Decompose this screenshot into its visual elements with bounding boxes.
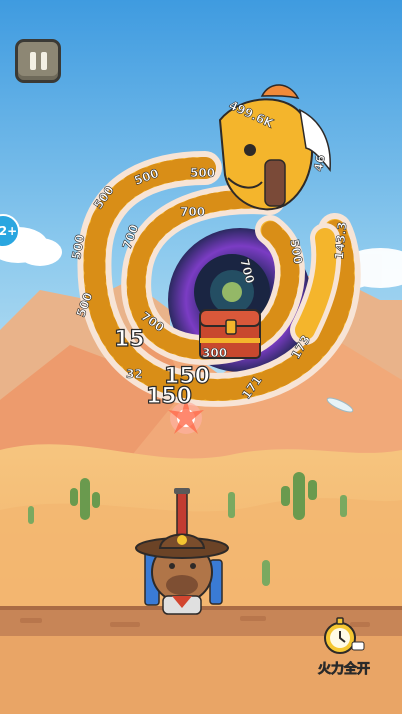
- damage-popup: 15: [113, 326, 145, 352]
- coil-label: 32: [126, 367, 143, 381]
- full-firepower-button[interactable]: 火力全开: [304, 618, 384, 680]
- full-firepower-label: 火力全开: [317, 662, 371, 678]
- coil-label: 500: [190, 166, 215, 180]
- pause-button[interactable]: [15, 39, 61, 83]
- coil-label: 300: [202, 346, 227, 360]
- damage-popup: 150: [145, 383, 192, 409]
- coil-label: 46: [311, 154, 328, 173]
- pause-icon: [30, 52, 36, 70]
- game-scene: 499.6K 500 500 500 500 500 700 700 700 7…: [0, 0, 402, 714]
- coil-label: 700: [180, 205, 205, 219]
